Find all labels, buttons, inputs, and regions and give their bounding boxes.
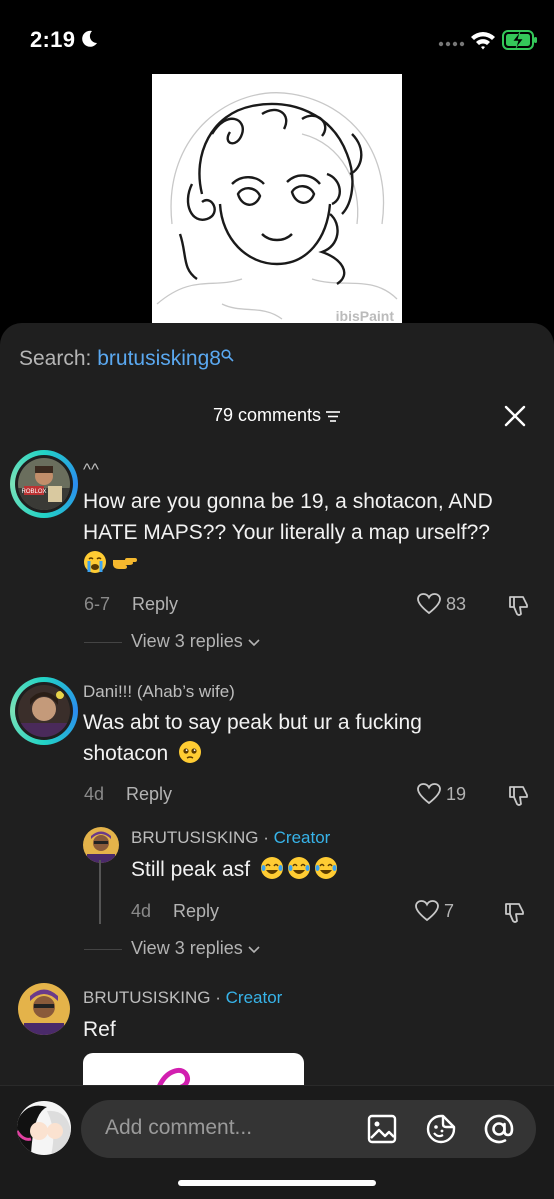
divider <box>84 642 122 643</box>
close-icon[interactable] <box>502 403 528 429</box>
wifi-icon <box>471 32 495 50</box>
comment-text-body: How are you gonna be 19, a shotacon, AND… <box>83 490 493 544</box>
comment-meta: 4d Reply <box>84 784 172 805</box>
heart-icon <box>417 593 441 615</box>
view-replies-button[interactable]: View 3 replies <box>131 938 260 959</box>
cellular-signal-icon <box>438 41 465 47</box>
search-query-link[interactable]: brutusisking8 <box>97 347 221 370</box>
comment-text: Ref <box>83 1018 116 1041</box>
svg-text:ROBLOX: ROBLOX <box>21 489 46 495</box>
comment-username[interactable]: BRUTUSISKING · Creator <box>83 988 282 1008</box>
search-suggestion[interactable]: Search: brutusisking8 <box>19 347 234 371</box>
reply-username[interactable]: BRUTUSISKING · Creator <box>131 828 330 848</box>
pleading-face-icon <box>179 741 202 763</box>
like-count: 83 <box>446 593 467 614</box>
search-icon <box>221 349 234 362</box>
image-attach-icon[interactable] <box>366 1113 398 1145</box>
creator-badge: Creator <box>273 828 331 847</box>
reply-meta: 4d Reply <box>131 901 219 922</box>
divider <box>84 949 122 950</box>
dislike-icon[interactable] <box>506 783 532 809</box>
sort-filter-icon[interactable] <box>325 409 341 423</box>
like-count: 7 <box>444 900 455 921</box>
heart-icon <box>417 783 441 805</box>
tears-of-joy-icon <box>287 857 310 879</box>
comment-meta: 6-7 Reply <box>84 594 178 615</box>
comments-header: 79 comments <box>0 405 554 426</box>
search-label: Search: <box>19 347 92 370</box>
comment-date: 4d <box>131 901 152 921</box>
like-button[interactable]: 83 <box>416 592 466 616</box>
view-replies-label: View 3 replies <box>131 631 243 651</box>
reply-text: Still peak asf <box>131 854 341 885</box>
home-indicator <box>178 1180 376 1186</box>
status-time: 2:19 <box>30 27 76 52</box>
comments-sheet: Search: brutusisking8 79 comments ROBLOX… <box>0 323 554 1199</box>
tears-of-joy-icon <box>260 857 283 879</box>
view-replies-label: View 3 replies <box>131 938 243 958</box>
my-avatar[interactable] <box>17 1101 71 1155</box>
chevron-down-icon <box>248 946 260 954</box>
like-button[interactable]: 19 <box>416 782 466 806</box>
reply-button[interactable]: Reply <box>173 901 219 921</box>
video-preview[interactable]: ibisPaint <box>152 74 402 330</box>
comment-username[interactable]: Dani!!! (Ahab’s wife) <box>83 682 235 702</box>
watermark: ibisPaint <box>335 308 394 324</box>
mention-icon[interactable] <box>483 1113 515 1145</box>
avatar[interactable] <box>18 983 70 1035</box>
pointing-hand-icon <box>113 558 137 569</box>
reply-button[interactable]: Reply <box>132 594 178 614</box>
like-count: 19 <box>446 783 467 804</box>
creator-badge: Creator <box>225 988 283 1007</box>
comment-input[interactable]: Add comment... <box>81 1100 536 1158</box>
heart-icon <box>415 900 439 922</box>
comment-username[interactable]: ^^ <box>83 460 99 480</box>
dislike-icon[interactable] <box>506 593 532 619</box>
username-text: BRUTUSISKING <box>131 828 259 847</box>
comment-date: 4d <box>84 784 105 804</box>
sketch-drawing <box>156 92 398 320</box>
avatar[interactable]: ROBLOX <box>15 455 73 513</box>
dislike-icon[interactable] <box>502 900 528 926</box>
username-text: BRUTUSISKING <box>83 988 211 1007</box>
thread-line <box>99 860 101 924</box>
comment-text: Was abt to say peak but ur a fucking sho… <box>83 707 483 769</box>
comment-date: 6-7 <box>84 594 111 614</box>
comment-text: How are you gonna be 19, a shotacon, AND… <box>83 486 538 579</box>
chevron-down-icon <box>248 639 260 647</box>
view-replies-button[interactable]: View 3 replies <box>131 631 260 652</box>
comments-count: 79 comments <box>212 405 322 425</box>
crying-face-icon <box>84 551 106 573</box>
comment-text-body: Still peak asf <box>131 858 251 881</box>
comment-text-body: Was abt to say peak but ur a fucking sho… <box>83 711 422 765</box>
like-button[interactable]: 7 <box>414 899 454 923</box>
status-bar: 2:19 <box>0 0 554 80</box>
avatar[interactable] <box>83 827 119 863</box>
comment-input-placeholder: Add comment... <box>105 1116 253 1139</box>
reply-button[interactable]: Reply <box>126 784 172 804</box>
avatar[interactable] <box>15 682 73 740</box>
tears-of-joy-icon <box>314 857 337 879</box>
battery-charging-icon <box>502 30 537 50</box>
sticker-emoji-icon[interactable] <box>425 1113 457 1145</box>
moon-icon <box>82 30 97 47</box>
